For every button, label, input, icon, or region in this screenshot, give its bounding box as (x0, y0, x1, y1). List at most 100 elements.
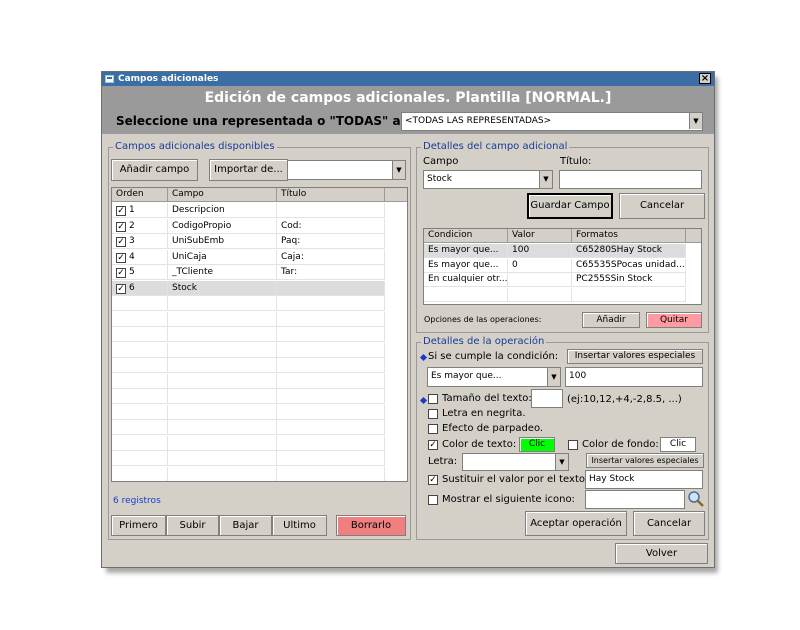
row-checkbox[interactable]: ✓ (116, 283, 126, 294)
field-details-legend: Detalles del campo adicional (421, 141, 570, 153)
last-button[interactable]: Ultimo (272, 515, 327, 536)
row-checkbox[interactable]: ✓ (116, 237, 126, 247)
add-op-button[interactable]: Añadir (582, 312, 640, 328)
row-checkbox[interactable]: ✓ (116, 221, 126, 232)
table-row[interactable]: ✓ 3 UniSubEmb Paq: (112, 234, 385, 249)
table-row[interactable]: En cualquier otr... PC255SSin Stock (424, 273, 686, 287)
row-orden-cell (112, 451, 168, 466)
remove-op-button[interactable]: Quitar (646, 312, 702, 328)
representada-select[interactable]: <TODAS LAS REPRESENTADAS> ▼ (401, 112, 703, 131)
cancel-operation-button[interactable]: Cancelar (633, 511, 705, 536)
row-orden: 2 (129, 220, 135, 231)
table-row[interactable]: Es mayor que... 100 C65280SHay Stock (424, 244, 686, 258)
column-header-condicion[interactable]: Condicion (424, 229, 508, 243)
chevron-down-icon[interactable]: ▼ (392, 161, 405, 179)
row-titulo (277, 311, 385, 327)
table-row (112, 342, 385, 358)
replace-checkbox[interactable]: ✓ (428, 475, 438, 485)
row-campo (168, 342, 277, 358)
insert-special-button-2[interactable]: Insertar valores especiales (586, 453, 704, 468)
bold-checkbox[interactable] (428, 409, 438, 419)
operation-details-panel: Detalles de la operación Si se cumple la… (416, 336, 709, 540)
titlebar: Campos adicionales × (102, 72, 714, 86)
row-checkbox[interactable]: ✓ (116, 268, 126, 278)
table-row (112, 435, 385, 451)
campo-select[interactable]: Stock ▼ (423, 170, 553, 189)
conditions-table: Condicion Valor Formatos Es mayor que...… (423, 228, 702, 305)
column-header-campo[interactable]: Campo (168, 188, 277, 202)
table-row (112, 311, 385, 327)
insert-special-button[interactable]: Insertar valores especiales (567, 349, 703, 364)
close-icon[interactable]: × (699, 73, 711, 84)
import-button[interactable]: Importar de... (209, 159, 288, 181)
icon-input[interactable] (585, 490, 685, 509)
table-row (112, 404, 385, 420)
row-orden: 5 (129, 267, 135, 277)
row-formatos (572, 287, 686, 302)
table-row[interactable]: ✓ 2 CodigoPropio Cod: (112, 218, 385, 234)
cancel-field-button[interactable]: Cancelar (619, 193, 705, 219)
row-checkbox[interactable]: ✓ (116, 206, 126, 216)
save-field-button[interactable]: Guardar Campo (527, 193, 613, 219)
row-condicion: Es mayor que... (424, 244, 508, 258)
text-size-input[interactable] (531, 389, 563, 408)
table-row[interactable]: ✓ 6 Stock (112, 280, 385, 296)
table-row[interactable]: ✓ 1 Descripcion (112, 203, 385, 218)
row-titulo: Caja: (277, 249, 385, 265)
add-field-button[interactable]: Añadir campo (111, 159, 198, 181)
search-icon[interactable] (687, 490, 705, 508)
bg-color-button[interactable]: Clic (660, 437, 696, 452)
condition-value-input[interactable]: 100 (565, 367, 703, 387)
bg-color-checkbox[interactable] (568, 440, 578, 450)
text-color-button[interactable]: Clic (519, 437, 555, 452)
column-header-orden[interactable]: Orden (112, 188, 168, 202)
field-details-panel: Detalles del campo adicional Campo Títul… (416, 141, 709, 333)
row-orden: 4 (129, 251, 135, 262)
chevron-down-icon[interactable]: ▼ (547, 368, 560, 386)
condition-select-value: Es mayor que... (431, 371, 502, 381)
table-row (112, 296, 385, 311)
replace-input[interactable]: Hay Stock (585, 470, 703, 489)
table-row[interactable]: ✓ 5 _TCliente Tar: (112, 265, 385, 280)
row-orden-cell: ✓ 5 (112, 265, 168, 280)
table-row (112, 420, 385, 435)
chevron-down-icon[interactable]: ▼ (555, 454, 568, 470)
condition-select[interactable]: Es mayor que... ▼ (427, 367, 561, 387)
chevron-down-icon[interactable]: ▼ (689, 113, 702, 129)
row-checkbox[interactable]: ✓ (116, 252, 126, 263)
first-button[interactable]: Primero (111, 515, 166, 536)
campos-adicionales-window: Campos adicionales × Edición de campos a… (101, 71, 715, 568)
row-campo: Stock (168, 280, 277, 296)
chevron-down-icon[interactable]: ▼ (539, 171, 552, 188)
accept-operation-button[interactable]: Aceptar operación (525, 511, 627, 536)
row-campo (168, 358, 277, 373)
column-header-valor[interactable]: Valor (508, 229, 572, 243)
row-titulo (277, 404, 385, 420)
record-count: 6 registros (113, 496, 161, 506)
row-campo: UniCaja (168, 249, 277, 265)
table-row[interactable]: ✓ 4 UniCaja Caja: (112, 249, 385, 265)
blink-checkbox[interactable] (428, 424, 438, 434)
icon-checkbox[interactable] (428, 495, 438, 505)
up-button[interactable]: Subir (166, 515, 219, 536)
text-color-checkbox[interactable]: ✓ (428, 440, 438, 450)
row-orden-cell: ✓ 2 (112, 218, 168, 234)
column-header-titulo[interactable]: Título (277, 188, 385, 202)
row-titulo (277, 203, 385, 218)
text-size-label: Tamaño del texto: (442, 393, 532, 404)
delete-button[interactable]: Borrarlo (336, 515, 406, 536)
import-combo[interactable]: ▼ (287, 160, 406, 180)
font-select[interactable]: ▼ (462, 453, 569, 471)
table-row[interactable]: Es mayor que... 0 C65535SPocas unidad... (424, 258, 686, 273)
column-header-filler (686, 229, 701, 243)
text-size-checkbox[interactable] (428, 394, 438, 404)
ops-label: Opciones de las operaciones: (424, 315, 542, 324)
row-valor (508, 273, 572, 287)
titulo-input[interactable] (559, 170, 702, 189)
table-row (112, 389, 385, 404)
row-campo: _TCliente (168, 265, 277, 280)
column-header-formatos[interactable]: Formatos (572, 229, 686, 243)
back-button[interactable]: Volver (615, 543, 708, 564)
header-band: Edición de campos adicionales. Plantilla… (102, 86, 714, 134)
down-button[interactable]: Bajar (219, 515, 272, 536)
